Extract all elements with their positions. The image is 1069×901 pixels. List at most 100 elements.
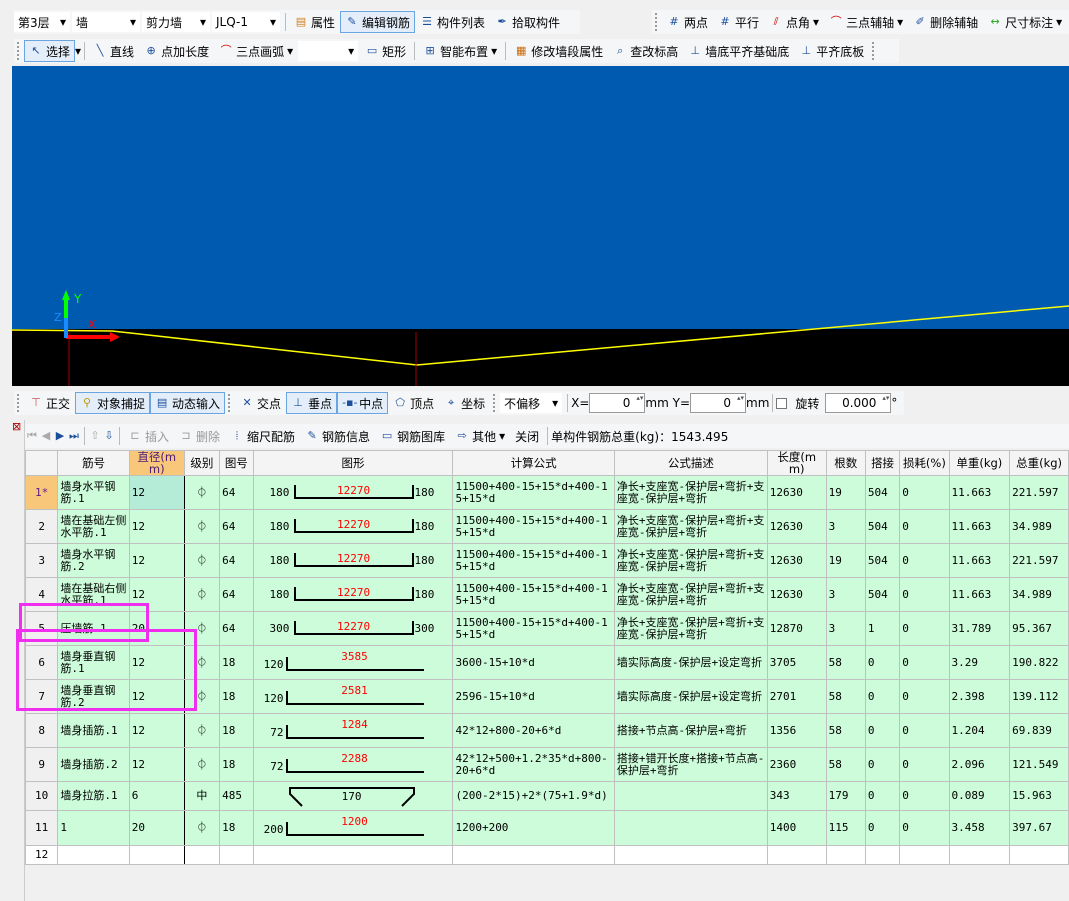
point-length-button[interactable]: ⊕ 点加长度 [139, 40, 214, 62]
scale-rebar-button[interactable]: ⦙ 缩尺配筋 [225, 425, 300, 447]
cell-row-number[interactable]: 11 [24, 810, 59, 846]
header-figure-number[interactable]: 图号 [219, 450, 254, 476]
table-row[interactable]: 3 墙身水平钢筋.2 12 ⏀ 64 180 12270 180 11500+400-15+15… [24, 543, 1069, 578]
delete-button[interactable]: ⊐ 删除 [174, 425, 225, 447]
cell-formula[interactable]: 11500+400-15+15*d+400-15+15*d [452, 611, 615, 646]
header-diameter[interactable]: 直径(mm) [128, 450, 185, 476]
cell-total-weight[interactable]: 34.989 [1009, 509, 1069, 544]
properties-button[interactable]: ▤ 属性 [289, 11, 340, 33]
header-bar-number[interactable]: 筋号 [57, 450, 130, 476]
drawing-canvas[interactable]: Y X Z [12, 66, 1069, 386]
offset-select[interactable]: 不偏移 ▾ [500, 393, 563, 413]
cell-figure-number[interactable]: 18 [219, 645, 254, 680]
cell-bar-number[interactable]: 墙身插筋.1 [57, 713, 130, 748]
cell-figure-number[interactable]: 18 [219, 713, 254, 748]
cell-length[interactable]: 3705 [766, 645, 827, 680]
cell-loss[interactable]: 0 [899, 679, 950, 714]
cell-lap[interactable]: 0 [864, 781, 901, 811]
cell-unit-weight[interactable]: 31.789 [948, 611, 1011, 646]
cell-grade[interactable]: ⏀ [183, 509, 221, 544]
cell-lap[interactable]: 1 [864, 611, 901, 646]
cell-unit-weight[interactable] [948, 845, 1011, 865]
header-lap[interactable]: 搭接 [864, 450, 901, 476]
cell-row-number[interactable]: 10 [24, 781, 59, 811]
cell-count[interactable] [825, 845, 866, 865]
cell-diameter[interactable]: 12 [128, 509, 185, 544]
dimension-button[interactable]: ↔ 尺寸标注 ▾ [983, 11, 1067, 33]
cell-bar-number[interactable]: 墙身插筋.2 [57, 747, 130, 782]
cell-loss[interactable]: 0 [899, 611, 950, 646]
cell-diameter[interactable]: 12 [128, 713, 185, 748]
cell-bar-number[interactable] [57, 845, 130, 865]
cell-length[interactable]: 2360 [766, 747, 827, 782]
cell-shape[interactable]: 180 12270 180 [252, 577, 454, 612]
cell-formula[interactable]: 42*12+500+1.2*35*d+800-20+6*d [452, 747, 615, 782]
cell-grade[interactable]: ⏀ [183, 747, 221, 782]
cell-lap[interactable]: 504 [864, 509, 901, 544]
cell-formula-description[interactable]: 净长+支座宽-保护层+弯折+支座宽-保护层+弯折 [613, 577, 768, 612]
header-shape[interactable]: 图形 [252, 450, 454, 476]
cell-length[interactable]: 12630 [766, 509, 827, 544]
cell-total-weight[interactable]: 139.112 [1009, 679, 1069, 714]
cell-lap[interactable]: 504 [864, 577, 901, 612]
cell-total-weight[interactable]: 95.367 [1009, 611, 1069, 646]
x-offset-input[interactable]: 0 [589, 393, 646, 413]
three-point-axis-button[interactable]: ⌒ 三点辅轴 ▾ [824, 11, 908, 33]
cell-bar-number[interactable]: 1 [57, 810, 130, 846]
cell-figure-number[interactable]: 64 [219, 611, 254, 646]
ortho-button[interactable]: ⊤ 正交 [24, 392, 75, 414]
cell-formula-description[interactable]: 净长+支座宽-保护层+弯折+支座宽-保护层+弯折 [613, 509, 768, 544]
cell-bar-number[interactable]: 墙身水平钢筋.2 [57, 543, 130, 578]
point-angle-button[interactable]: ⫽ 点角 ▾ [764, 11, 824, 33]
cell-length[interactable]: 1400 [766, 810, 827, 846]
y-offset-input[interactable]: 0 [690, 393, 747, 413]
select-button[interactable]: ↖ 选择 [24, 40, 76, 62]
table-row[interactable]: 12 [24, 845, 1069, 865]
cell-grade[interactable] [183, 845, 221, 865]
cell-diameter[interactable]: 6 [128, 781, 185, 811]
component-list-button[interactable]: ☰ 构件列表 [415, 11, 490, 33]
cell-diameter[interactable]: 12 [128, 747, 185, 782]
cell-unit-weight[interactable]: 2.096 [948, 747, 1011, 782]
cell-grade[interactable]: ⏀ [183, 543, 221, 578]
rectangle-button[interactable]: ▭ 矩形 [360, 40, 411, 62]
cell-unit-weight[interactable]: 11.663 [948, 543, 1011, 578]
cell-total-weight[interactable]: 190.822 [1009, 645, 1069, 680]
cell-loss[interactable]: 0 [899, 543, 950, 578]
cell-formula[interactable]: 11500+400-15+15*d+400-15+15*d [452, 509, 615, 544]
cell-total-weight[interactable]: 121.549 [1009, 747, 1069, 782]
cell-figure-number[interactable]: 64 [219, 577, 254, 612]
rebar-library-button[interactable]: ▭ 钢筋图库 [375, 425, 450, 447]
cell-count[interactable]: 58 [825, 679, 866, 714]
cell-formula-description[interactable]: 净长+支座宽-保护层+弯折+支座宽-保护层+弯折 [613, 543, 768, 578]
cell-formula-description[interactable]: 净长+支座宽-保护层+弯折+支座宽-保护层+弯折 [613, 611, 768, 646]
cell-loss[interactable]: 0 [899, 810, 950, 846]
align-slab-button[interactable]: ⊥ 平齐底板 [794, 40, 869, 62]
cell-count[interactable]: 19 [825, 475, 866, 510]
cell-formula-description[interactable] [613, 781, 768, 811]
table-row[interactable]: 11 1 20 ⏀ 18 200 1200 1200+200 1400 115 0 0 3.458 397… [24, 810, 1069, 846]
cell-loss[interactable]: 0 [899, 781, 950, 811]
cell-lap[interactable]: 0 [864, 747, 901, 782]
move-down-icon[interactable]: ⇩ [102, 429, 116, 443]
insert-button[interactable]: ⊏ 插入 [123, 425, 174, 447]
cell-row-number[interactable]: 1* [24, 475, 59, 510]
cell-grade[interactable]: ⏀ [183, 475, 221, 510]
cell-formula-description[interactable]: 搭接+错开长度+搭接+节点高-保护层+弯折 [613, 747, 768, 782]
table-row[interactable]: 1* 墙身水平钢筋.1 12 ⏀ 64 180 12270 180 11500+400-15+1… [24, 475, 1069, 510]
cell-length[interactable] [766, 845, 827, 865]
cell-formula-description[interactable]: 墙实际高度-保护层+设定弯折 [613, 645, 768, 680]
cell-diameter[interactable] [128, 845, 185, 865]
cell-formula[interactable]: 42*12+800-20+6*d [452, 713, 615, 748]
cell-formula-description[interactable]: 净长+支座宽-保护层+弯折+支座宽-保护层+弯折 [613, 475, 768, 510]
cell-count[interactable]: 115 [825, 810, 866, 846]
cell-lap[interactable]: 504 [864, 475, 901, 510]
cell-loss[interactable]: 0 [899, 577, 950, 612]
cell-formula[interactable]: 11500+400-15+15*d+400-15+15*d [452, 475, 615, 510]
last-icon[interactable]: ⏭ [67, 429, 81, 443]
cell-count[interactable]: 3 [825, 577, 866, 612]
cell-formula-description[interactable] [613, 810, 768, 846]
cell-formula[interactable]: 2596-15+10*d [452, 679, 615, 714]
cell-total-weight[interactable]: 221.597 [1009, 475, 1069, 510]
cell-loss[interactable]: 0 [899, 645, 950, 680]
